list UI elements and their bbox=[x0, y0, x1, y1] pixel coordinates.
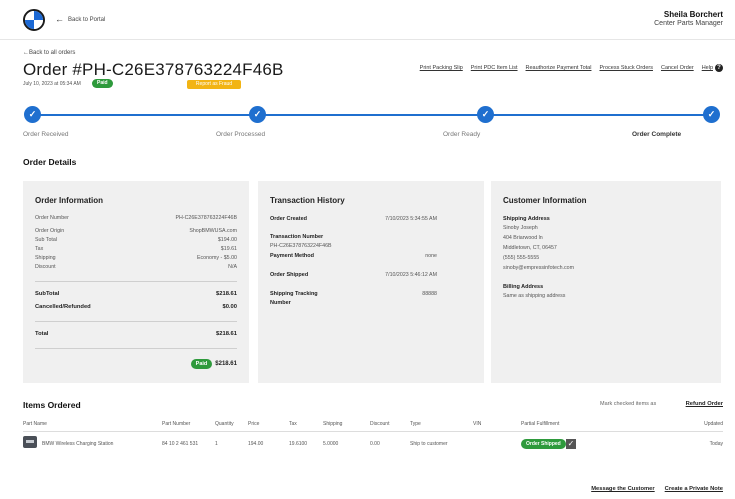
subtotal-row: SubTotal $218.61 bbox=[35, 291, 237, 297]
column-header: Quantity bbox=[215, 421, 234, 427]
payment-method-label: Payment Method bbox=[270, 253, 315, 259]
column-header: Part Name bbox=[23, 421, 47, 427]
back-to-portal-link[interactable]: Back to Portal bbox=[68, 17, 105, 23]
address-line: Middletown, CT, 06457 bbox=[503, 245, 557, 251]
total-row: Total $218.61 bbox=[35, 331, 237, 337]
price: 194.00 bbox=[248, 441, 264, 447]
mark-items-label: Mark checked items as bbox=[600, 401, 657, 407]
print-pdc-item-list-link[interactable]: Print PDC Item List bbox=[471, 65, 518, 71]
help-icon[interactable]: ? bbox=[715, 64, 723, 72]
address-line: 404 Briarwood ln bbox=[503, 235, 543, 241]
transaction-history-panel: Transaction History Order Created 7/10/2… bbox=[258, 181, 484, 383]
customer-information-panel: Customer Information Shipping Address Si… bbox=[491, 181, 721, 383]
step-check-icon: ✓ bbox=[249, 106, 266, 123]
order-created-label: Order Created bbox=[270, 216, 307, 222]
customer-email: sinoby@empressinfotech.com bbox=[503, 265, 575, 271]
column-header: Shipping bbox=[323, 421, 343, 427]
footer-actions: Message the Customer Create a Private No… bbox=[591, 486, 723, 492]
order-actions: Print Packing Slip Print PDC Item List R… bbox=[420, 64, 723, 72]
order-details-heading: Order Details bbox=[23, 157, 77, 167]
paid-summary: Paid $218.61 bbox=[190, 359, 237, 369]
info-row: Tax $19.61 bbox=[35, 246, 237, 252]
info-row: Shipping Economy - $5.00 bbox=[35, 255, 237, 261]
billing-address-value: Same as shipping address bbox=[503, 293, 566, 299]
order-created-value: 7/10/2023 5:34:55 AM bbox=[385, 216, 437, 222]
fulfillment-checkbox[interactable]: ✓ bbox=[566, 439, 576, 449]
column-header: VIN bbox=[473, 421, 482, 427]
step-check-icon: ✓ bbox=[477, 106, 494, 123]
payment-method-value: none bbox=[425, 253, 437, 259]
info-row: Order Number PH-C26E378763224F46B bbox=[35, 215, 237, 221]
order-shipped-label: Order Shipped bbox=[270, 272, 309, 278]
panel-title: Order Information bbox=[35, 196, 104, 205]
tracking-label: Shipping Tracking bbox=[270, 291, 318, 297]
column-header: Discount bbox=[370, 421, 390, 427]
table-divider bbox=[23, 431, 723, 432]
progress-track bbox=[32, 114, 712, 116]
panel-title: Transaction History bbox=[270, 196, 345, 205]
print-packing-slip-link[interactable]: Print Packing Slip bbox=[420, 65, 463, 71]
refund-order-link[interactable]: Refund Order bbox=[686, 401, 723, 407]
transaction-number-value: PH-C26E378763224F46B bbox=[270, 243, 332, 249]
step-label-complete: Order Complete bbox=[632, 131, 682, 138]
paid-badge: Paid bbox=[190, 359, 213, 369]
order-information-panel: Order Information Order Number PH-C26E378… bbox=[23, 181, 249, 383]
private-note-link[interactable]: Create a Private Note bbox=[665, 486, 723, 492]
paid-amount: $218.61 bbox=[215, 361, 237, 367]
info-row: Discount N/A bbox=[35, 264, 237, 270]
cancel-order-link[interactable]: Cancel Order bbox=[661, 65, 694, 71]
top-bar: ← Back to Portal Sheila Borchert Center … bbox=[0, 0, 735, 40]
address-line: Sinoby Joseph bbox=[503, 225, 538, 231]
divider bbox=[35, 321, 237, 322]
address-line: (555) 555-5555 bbox=[503, 255, 540, 261]
discount: 0.00 bbox=[370, 441, 380, 447]
items-ordered-heading: Items Ordered bbox=[23, 400, 81, 410]
divider bbox=[35, 281, 237, 282]
panel-title: Customer Information bbox=[503, 196, 587, 205]
type: Ship to customer bbox=[410, 441, 448, 447]
bmw-logo[interactable] bbox=[23, 9, 45, 31]
tracking-label: Number bbox=[270, 300, 291, 306]
info-row: Sub Total $194.00 bbox=[35, 237, 237, 243]
part-number: 84 10 2 461 531 bbox=[162, 441, 199, 447]
column-header: Part Number bbox=[162, 421, 191, 427]
quantity: 1 bbox=[215, 441, 218, 447]
order-date: July 10, 2023 at 05:34 AM bbox=[23, 81, 81, 87]
step-label-ready: Order Ready bbox=[443, 131, 481, 138]
shipping-address-label: Shipping Address bbox=[503, 216, 550, 222]
tax: 19.6100 bbox=[289, 441, 308, 447]
order-shipped-value: 7/10/2023 5:46:12 AM bbox=[385, 272, 437, 278]
process-stuck-orders-link[interactable]: Process Stuck Orders bbox=[599, 65, 653, 71]
order-shipped-badge: Order Shipped bbox=[521, 439, 566, 449]
column-header: Partial Fulfillment bbox=[521, 421, 560, 427]
reauthorize-payment-link[interactable]: Reauthorize Payment Total bbox=[526, 65, 592, 71]
column-header: Updated bbox=[704, 421, 723, 427]
column-header: Tax bbox=[289, 421, 297, 427]
page-title: Order #PH-C26E378763224F46B bbox=[23, 60, 284, 79]
step-check-icon: ✓ bbox=[24, 106, 41, 123]
column-header: Price bbox=[248, 421, 260, 427]
cancelled-row: Cancelled/Refunded $0.00 bbox=[35, 304, 237, 310]
transaction-number-label: Transaction Number bbox=[270, 234, 324, 240]
updated: Today bbox=[709, 441, 723, 447]
back-to-orders-link[interactable]: ←Back to all orders bbox=[23, 50, 75, 56]
step-check-icon: ✓ bbox=[703, 106, 720, 123]
back-arrow-icon[interactable]: ← bbox=[55, 14, 64, 24]
info-row: Order Origin ShopBMWUSA.com bbox=[35, 228, 237, 234]
step-label-processed: Order Processed bbox=[216, 131, 266, 138]
divider bbox=[35, 348, 237, 349]
tracking-number: 88888 bbox=[422, 291, 437, 297]
message-customer-link[interactable]: Message the Customer bbox=[591, 486, 654, 492]
part-name[interactable]: BMW Wireless Charging Station bbox=[42, 441, 113, 447]
user-role: Center Parts Manager bbox=[654, 20, 723, 27]
help-link[interactable]: Help bbox=[702, 65, 713, 71]
shipping: 5.0000 bbox=[323, 441, 339, 447]
report-fraud-button[interactable]: Report as Fraud bbox=[187, 80, 241, 89]
product-thumbnail[interactable] bbox=[23, 436, 37, 448]
column-header: Type bbox=[410, 421, 421, 427]
billing-address-label: Billing Address bbox=[503, 284, 544, 290]
paid-badge: Paid bbox=[92, 79, 113, 88]
step-label-received: Order Received bbox=[23, 131, 69, 138]
user-name: Sheila Borchert bbox=[663, 10, 723, 19]
